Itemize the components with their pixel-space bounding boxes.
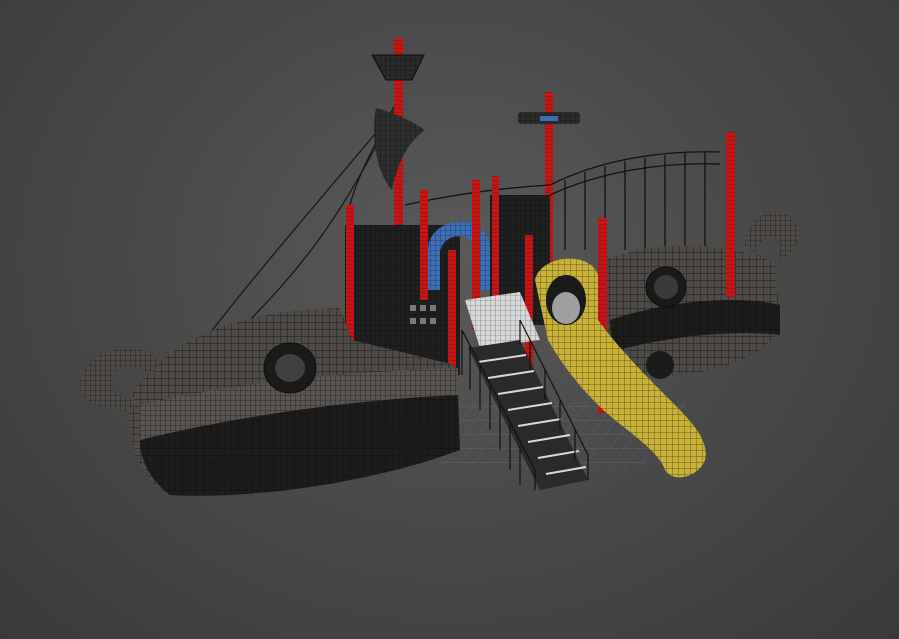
pirate-ship-model[interactable] bbox=[0, 0, 899, 639]
stern-hull bbox=[600, 211, 799, 379]
3d-viewport[interactable] bbox=[0, 0, 899, 639]
